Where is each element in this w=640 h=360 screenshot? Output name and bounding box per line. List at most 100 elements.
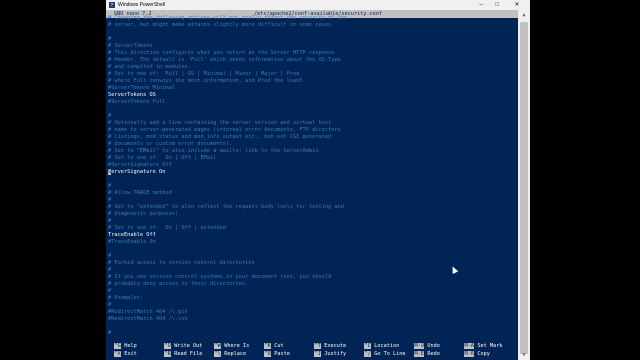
shortcut-label: Replace [224, 351, 247, 357]
shortcut-exit[interactable]: ^X Exit [114, 350, 137, 358]
shortcut-label: Go To Line [374, 351, 406, 357]
comment-line: # probably deny access to their director… [108, 281, 249, 287]
scrollbar-thumb[interactable] [520, 22, 528, 354]
comment-line: #TraceEnable On [108, 239, 156, 245]
comment-line: #RedirectMatch 404 /\.git [108, 309, 188, 315]
shortcut-write-out[interactable]: ^O Write Out [164, 342, 202, 350]
comment-line: # [108, 302, 112, 308]
shortcut-key: ^J [314, 351, 322, 357]
shortcut-label: Cut [274, 343, 284, 349]
comment-line: # [108, 183, 112, 189]
comment-line: # Set to one of: On | Off | EMail [108, 155, 217, 161]
shortcut-key: M-6 [464, 351, 475, 357]
comment-line: # [108, 288, 112, 294]
shortcut-key: M-E [414, 351, 425, 357]
shortcut-label: Paste [274, 351, 290, 357]
comment-line: # Header. The default is 'Full' which se… [108, 57, 341, 63]
shortcut-key: ^\ [214, 351, 222, 357]
letterbox-right [530, 0, 640, 360]
shortcut-key: ^C [364, 343, 372, 349]
shortcut-key: M-A [464, 343, 475, 349]
shortcut-help[interactable]: ^G Help [114, 342, 137, 350]
maximize-icon[interactable]: □ [490, 0, 504, 10]
window-title: Windows PowerShell [118, 2, 165, 8]
comment-line: # Optionally add a line containing the s… [108, 120, 332, 126]
shortcut-paste[interactable]: ^U Paste [264, 350, 290, 358]
shortcut-label: Copy [477, 351, 490, 357]
text-cursor: S [108, 169, 112, 175]
comment-line: # This directive configures what you ret… [108, 50, 335, 56]
shortcut-key: ^G [114, 343, 122, 349]
comment-line: # where Full conveys the most informatio… [108, 78, 306, 84]
directive-line: TraceEnable Off [108, 232, 156, 238]
shortcut-replace[interactable]: ^\ Replace [214, 350, 246, 358]
comment-line: # [108, 253, 112, 259]
shortcut-label: Read File [174, 351, 203, 357]
shortcut-key: M-U [414, 343, 425, 349]
vertical-scrollbar[interactable]: ▲ ▼ [518, 10, 530, 360]
shortcut-key: ^W [214, 343, 222, 349]
shortcut-cut[interactable]: ^K Cut [264, 342, 284, 350]
comment-line: # [108, 218, 112, 224]
shortcut-read-file[interactable]: ^R Read File [164, 350, 202, 358]
comment-line: # documents or custom error documents). [108, 141, 233, 147]
comment-line: # Changing the following options will no… [108, 15, 348, 21]
scroll-down-icon[interactable]: ▼ [518, 350, 530, 360]
directive-line: ServerSignature On [108, 169, 166, 175]
comment-line: # [108, 113, 112, 119]
shortcut-key: ^U [264, 351, 272, 357]
shortcut-label: Justify [324, 351, 347, 357]
title-bar[interactable]: > Windows PowerShell – □ ✕ [106, 0, 530, 10]
comment-line: # ServerTokens [108, 43, 153, 49]
shortcut-label: Exit [124, 351, 137, 357]
shortcut-set-mark[interactable]: M-A Set Mark [464, 342, 502, 350]
shortcut-where-is[interactable]: ^W Where Is [214, 342, 249, 350]
scroll-up-icon[interactable]: ▲ [518, 10, 530, 20]
editor-buffer[interactable]: # Changing the following options will no… [108, 15, 516, 336]
shortcut-location[interactable]: ^C Location [364, 342, 399, 350]
shortcut-key: ^O [164, 343, 172, 349]
shortcut-label: Redo [427, 351, 440, 357]
comment-line: # server, but might make attacks slightl… [108, 22, 335, 28]
shortcut-label: Help [124, 343, 137, 349]
shortcut-label: Execute [324, 343, 347, 349]
comment-line: # Examples: [108, 295, 144, 301]
shortcut-undo[interactable]: M-U Undo [414, 342, 440, 350]
shortcut-key: ^R [164, 351, 172, 357]
shortcut-justify[interactable]: ^J Justify [314, 350, 346, 358]
comment-line: # name to server-generated pages (intern… [108, 127, 341, 133]
shortcut-label: Write Out [174, 343, 203, 349]
comment-line: # Set to one of: Full | OS | Minimal | M… [108, 71, 300, 77]
shortcut-redo[interactable]: M-E Redo [414, 350, 440, 358]
close-icon[interactable]: ✕ [510, 0, 524, 10]
comment-line: #ServerSignature Off [108, 162, 172, 168]
minimize-icon[interactable]: – [474, 0, 488, 10]
directive-line: ServerTokens OS [108, 92, 156, 98]
comment-line: # and compiled in modules. [108, 64, 191, 70]
comment-line: # [108, 330, 112, 336]
shortcut-execute[interactable]: ^T Execute [314, 342, 346, 350]
comment-line: #ServerTokens Full [108, 99, 166, 105]
shortcut-key: ^K [264, 343, 272, 349]
letterbox-left [0, 0, 106, 360]
shortcut-label: Where Is [224, 343, 250, 349]
comment-line: # Set to "EMail" to also include a mailt… [108, 148, 322, 154]
shortcut-bar: ^G Help ^X Exit ^O Write Out ^R Read File ^W Wher… [106, 342, 518, 360]
powershell-window: > Windows PowerShell – □ ✕ GNU nano 7.2 … [106, 0, 530, 360]
comment-line: # listings, mod_status and mod_info outp… [108, 134, 332, 140]
shortcut-key: ^/ [364, 351, 372, 357]
comment-line: # Set to one of: On | Off | extended [108, 225, 226, 231]
shortcut-label: Undo [427, 343, 440, 349]
shortcut-go-to-line[interactable]: ^/Go To Line [364, 350, 405, 358]
shortcut-copy[interactable]: M-6 Copy [464, 350, 490, 358]
powershell-icon: > [109, 2, 115, 8]
shortcut-key: ^T [314, 343, 322, 349]
comment-line: # diagnostic purposes). [108, 211, 182, 217]
comment-line: # Allow TRACE method [108, 190, 172, 196]
comment-line: #RedirectMatch 404 /\.svn [108, 316, 188, 322]
comment-line: # [108, 197, 112, 203]
comment-line: # If you use version control systems in … [108, 274, 332, 280]
